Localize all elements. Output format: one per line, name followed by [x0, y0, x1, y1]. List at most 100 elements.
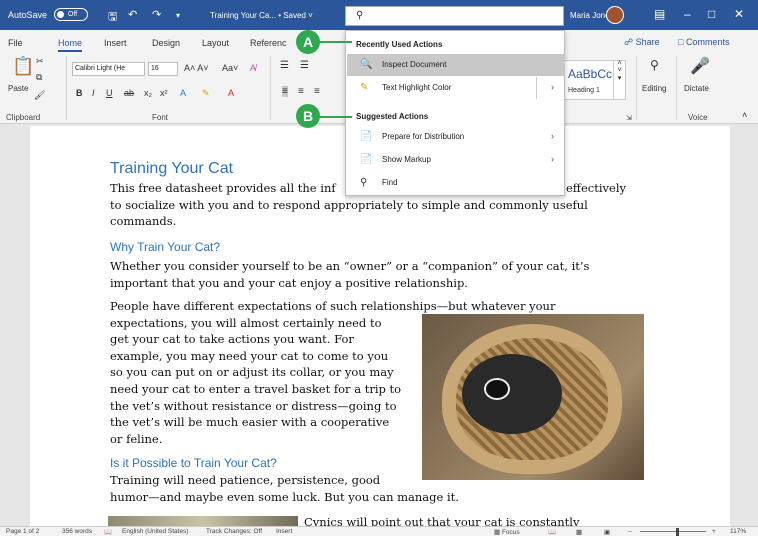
- prepare-distribution-icon: 📄: [360, 131, 373, 142]
- find-editing-icon[interactable]: ⚲: [650, 58, 659, 72]
- paragraph-why[interactable]: Whether you consider yourself to be an “…: [110, 258, 589, 291]
- callout-b-pointer: [318, 116, 352, 118]
- show-markup-icon: 📄: [360, 154, 373, 165]
- clear-formatting-icon[interactable]: A̸: [250, 63, 256, 73]
- action-find[interactable]: ⚲ Find: [347, 172, 565, 194]
- align-right-icon[interactable]: ≡: [314, 86, 320, 97]
- font-color-icon[interactable]: A: [228, 88, 234, 98]
- tab-insert[interactable]: Insert: [104, 38, 127, 48]
- action-inspect-document[interactable]: 🔍 Inspect Document: [347, 54, 565, 76]
- track-changes-status[interactable]: Track Changes: Off: [206, 528, 262, 535]
- paragraph-possible[interactable]: Training will need patience, persistence…: [110, 472, 459, 505]
- search-suggestions-dropdown: Recently Used Actions 🔍 Inspect Document…: [345, 30, 565, 196]
- page-count[interactable]: Page 1 of 2: [6, 528, 39, 535]
- recently-used-header: Recently Used Actions: [356, 40, 443, 49]
- comments-label: Comments: [685, 37, 730, 47]
- close-icon[interactable]: ✕: [734, 7, 744, 21]
- font-size-dropdown[interactable]: 16: [148, 62, 178, 76]
- grow-font-icon[interactable]: A˄ A˅: [184, 63, 209, 73]
- microphone-icon[interactable]: 🎤: [690, 56, 710, 76]
- text-line: to socialize with you and to respond app…: [110, 197, 588, 212]
- zoom-level[interactable]: 117%: [730, 528, 746, 535]
- tab-layout[interactable]: Layout: [202, 38, 229, 48]
- action-label: Find: [382, 178, 398, 187]
- bold-icon[interactable]: B: [76, 88, 83, 98]
- customize-toolbar-icon[interactable]: ▾: [176, 11, 180, 20]
- share-button[interactable]: ☍ Share: [620, 35, 668, 51]
- highlight-color-icon[interactable]: ✎: [202, 88, 210, 99]
- action-prepare-distribution[interactable]: 📄 Prepare for Distribution ›: [347, 126, 565, 148]
- search-icon: ⚲: [356, 10, 364, 21]
- underline-icon[interactable]: U: [106, 88, 113, 98]
- chevron-right-icon: ›: [551, 82, 554, 92]
- web-layout-icon[interactable]: ▣: [604, 528, 610, 536]
- paste-icon[interactable]: 📋: [12, 56, 34, 77]
- autosave-toggle[interactable]: Off: [54, 8, 88, 21]
- undo-icon[interactable]: ↶: [128, 8, 137, 21]
- redo-icon[interactable]: ↷: [152, 8, 161, 21]
- editing-label[interactable]: Editing: [642, 84, 666, 93]
- ribbon-display-icon[interactable]: ▤: [654, 7, 665, 21]
- styles-launcher-icon[interactable]: ⇲: [626, 114, 632, 122]
- read-mode-icon[interactable]: 📖: [548, 528, 556, 536]
- text-line: People have different expectations of su…: [110, 299, 556, 313]
- minimize-icon[interactable]: –: [684, 7, 691, 21]
- document-title-heading[interactable]: Training Your Cat: [110, 160, 233, 178]
- tab-home[interactable]: Home: [58, 38, 83, 52]
- action-label: Text Highlight Color: [382, 83, 452, 92]
- text-line: humor—and maybe even some luck. But you …: [110, 489, 459, 504]
- text-effects-icon[interactable]: A: [180, 88, 186, 98]
- focus-label: Focus: [501, 529, 520, 536]
- search-box[interactable]: ⚲: [345, 6, 564, 26]
- zoom-in-icon[interactable]: +: [712, 528, 716, 535]
- styles-scroll-button[interactable]: ˄ ˅ ▾: [613, 60, 625, 100]
- tab-design[interactable]: Design: [152, 38, 180, 48]
- callout-b-badge: B: [296, 104, 320, 128]
- search-input[interactable]: [374, 9, 559, 23]
- language-status[interactable]: English (United States): [122, 528, 188, 535]
- comments-button[interactable]: □ Comments: [674, 35, 750, 51]
- maximize-icon[interactable]: □: [708, 7, 715, 21]
- save-icon[interactable]: 🖫: [108, 8, 117, 27]
- strikethrough-icon[interactable]: ab: [124, 88, 134, 98]
- subscript-icon[interactable]: x₂: [144, 88, 152, 98]
- share-label: Share: [635, 37, 660, 47]
- ribbon-divider: [270, 56, 271, 120]
- collapse-ribbon-icon[interactable]: ˄: [742, 110, 747, 120]
- zoom-slider[interactable]: [640, 531, 706, 532]
- suggested-actions-header: Suggested Actions: [356, 112, 429, 121]
- heading-possible[interactable]: Is it Possible to Train Your Cat?: [110, 456, 277, 470]
- ribbon-divider: [636, 56, 637, 120]
- insert-mode-status[interactable]: Insert: [276, 528, 292, 535]
- zoom-out-icon[interactable]: –: [628, 528, 632, 535]
- proofing-icon[interactable]: 📖: [104, 528, 112, 536]
- action-text-highlight-color[interactable]: ✎ Text Highlight Color ›: [347, 77, 565, 99]
- format-painter-icon[interactable]: 🖌: [34, 90, 45, 101]
- change-case-icon[interactable]: Aa˅: [222, 63, 238, 73]
- cut-icon[interactable]: ✂: [36, 56, 44, 67]
- heading-why[interactable]: Why Train Your Cat?: [110, 240, 220, 254]
- zoom-slider-thumb[interactable]: [676, 528, 679, 536]
- tab-file[interactable]: File: [8, 38, 23, 48]
- dictate-label[interactable]: Dictate: [684, 84, 709, 93]
- tab-references[interactable]: Referenc: [250, 38, 287, 48]
- paste-label[interactable]: Paste: [8, 84, 28, 93]
- avatar[interactable]: [606, 6, 624, 24]
- superscript-icon[interactable]: x²: [160, 88, 168, 98]
- ribbon-divider: [676, 56, 677, 120]
- align-left-icon[interactable]: ≡: [282, 86, 288, 97]
- print-layout-icon[interactable]: ▩: [576, 528, 582, 536]
- cat-in-basket-image[interactable]: [422, 314, 644, 480]
- action-show-markup[interactable]: 📄 Show Markup ›: [347, 149, 565, 171]
- italic-icon[interactable]: I: [92, 88, 95, 98]
- style-sample: AaBbCc: [568, 67, 613, 81]
- focus-button[interactable]: ▦ Focus: [494, 528, 520, 536]
- copy-icon[interactable]: ⧉: [36, 72, 42, 83]
- center-icon[interactable]: ≡: [298, 86, 304, 97]
- font-name-dropdown[interactable]: Calibri Light (He: [72, 62, 145, 76]
- document-title[interactable]: Training Your Ca... • Saved ˅: [210, 11, 313, 20]
- numbering-icon[interactable]: ☰: [300, 60, 309, 71]
- bullets-icon[interactable]: ☰: [280, 60, 289, 71]
- word-count[interactable]: 356 words: [62, 528, 92, 535]
- voice-group-label: Voice: [688, 113, 708, 122]
